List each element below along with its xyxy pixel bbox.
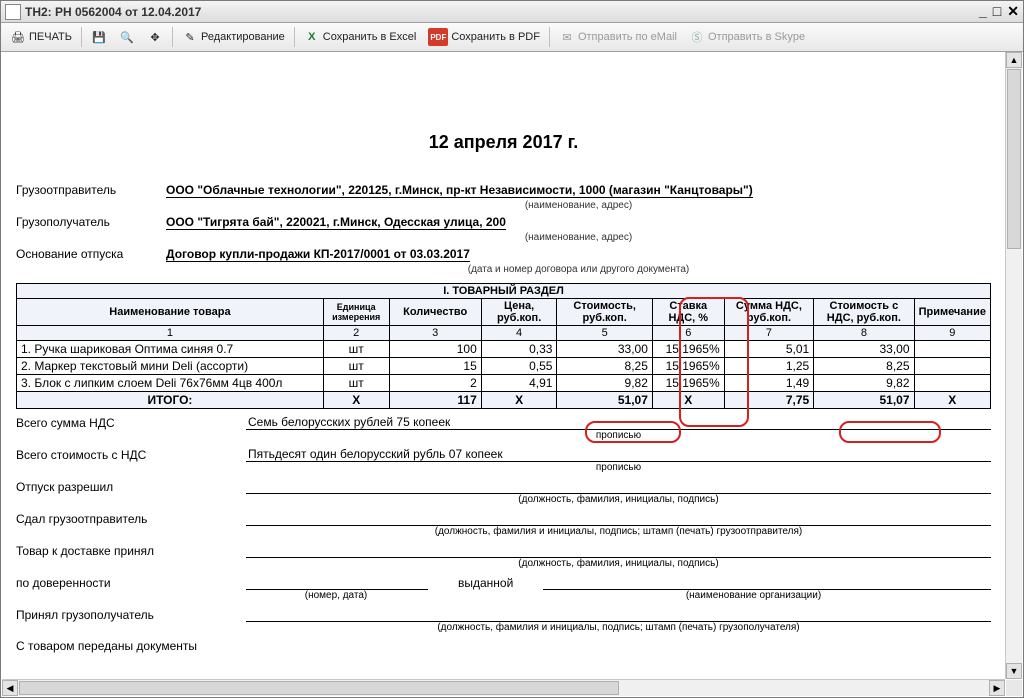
printer-icon: 🖨: [10, 29, 26, 45]
table-row: 2. Маркер текстовый мини Deli (ассорти) …: [17, 358, 991, 375]
move-icon: ✥: [147, 29, 163, 45]
accepted-sub: (должность, фамилия, инициалы, подпись): [246, 558, 991, 569]
preview-button[interactable]: 🔍: [114, 26, 140, 48]
col-name: Наименование товара: [17, 299, 324, 326]
total-label: Всего стоимость с НДС: [16, 448, 246, 462]
horizontal-scrollbar[interactable]: ◀ ▶: [2, 679, 1005, 696]
toolbar: 🖨 ПЕЧАТЬ 💾 🔍 ✥ ✎ Редактирование X Сохран…: [1, 23, 1023, 52]
col-note: Примечание: [914, 299, 990, 326]
receiver-accepted-label: Принял грузополучатель: [16, 608, 246, 622]
save-icon: 💾: [91, 29, 107, 45]
released-sub: (должность, фамилия, инициалы, подпись): [246, 494, 991, 505]
proxy-issued: выданной: [428, 576, 543, 590]
edit-label: Редактирование: [201, 31, 285, 43]
print-label: ПЕЧАТЬ: [29, 31, 72, 43]
save-pdf-button[interactable]: PDF Сохранить в PDF: [423, 25, 545, 49]
table-row: 3. Блок с липким слоем Deli 76х76мм 4цв …: [17, 375, 991, 392]
document-page: 12 апреля 2017 г. Грузоотправитель ООО "…: [2, 52, 1005, 665]
app-window: ТН2: РН 0562004 от 12.04.2017 _ □ ✕ 🖨 ПЕ…: [0, 0, 1024, 698]
accepted-label: Товар к доставке принял: [16, 544, 246, 558]
edit-button[interactable]: ✎ Редактирование: [177, 26, 290, 48]
vat-sum-text: Семь белорусских рублей 75 копеек: [246, 415, 991, 430]
window-title: ТН2: РН 0562004 от 12.04.2017: [25, 5, 201, 19]
coln-7: 7: [724, 326, 814, 341]
receiver-label: Грузополучатель: [16, 215, 166, 230]
minimize-button[interactable]: _: [979, 3, 987, 20]
email-icon: ✉: [559, 29, 575, 45]
date-heading: 12 апреля 2017 г.: [16, 132, 991, 153]
sender-value: ООО "Облачные технологии", 220125, г.Мин…: [166, 183, 753, 198]
table-row: 1. Ручка шариковая Оптима синяя 0.7 шт 1…: [17, 341, 991, 358]
col-cost: Стоимость, руб.коп.: [557, 299, 652, 326]
released-label: Отпуск разрешил: [16, 480, 246, 494]
receiver-sub: (наименование, адрес): [166, 232, 991, 243]
basis-sub: (дата и номер договора или другого докум…: [166, 264, 991, 275]
scroll-right-button[interactable]: ▶: [989, 680, 1005, 696]
section-title: I. ТОВАРНЫЙ РАЗДЕЛ: [17, 284, 991, 299]
coln-2: 2: [323, 326, 389, 341]
print-button[interactable]: 🖨 ПЕЧАТЬ: [5, 26, 77, 48]
save-excel-button[interactable]: X Сохранить в Excel: [299, 26, 422, 48]
coln-6: 6: [652, 326, 724, 341]
scroll-corner: [1006, 680, 1022, 696]
coln-4: 4: [481, 326, 557, 341]
goods-table: I. ТОВАРНЫЙ РАЗДЕЛ Наименование товара Е…: [16, 283, 991, 409]
sender-sub: (наименование, адрес): [166, 200, 991, 211]
excel-icon: X: [304, 29, 320, 45]
magnifier-icon: 🔍: [119, 29, 135, 45]
send-email-button[interactable]: ✉ Отправить по eMail: [554, 26, 682, 48]
col-total: Стоимость с НДС, руб.коп.: [814, 299, 914, 326]
save-excel-label: Сохранить в Excel: [323, 31, 417, 43]
maximize-button[interactable]: □: [993, 3, 1001, 20]
sender-handed-label: Сдал грузоотправитель: [16, 512, 246, 526]
docs-label: С товаром переданы документы: [16, 639, 276, 653]
save-pdf-label: Сохранить в PDF: [451, 31, 540, 43]
total-row: ИТОГО: X 117 X 51,07 X 7,75 51,07 X: [17, 392, 991, 409]
receiver-accepted-sub: (должность, фамилия и инициалы, подпись;…: [246, 622, 991, 633]
total-text: Пятьдесят один белорусский рубль 07 копе…: [246, 447, 991, 462]
pdf-icon: PDF: [428, 28, 448, 46]
sender-label: Грузоотправитель: [16, 183, 166, 198]
col-qty: Количество: [389, 299, 481, 326]
col-vat-sum: Сумма НДС, руб.коп.: [724, 299, 814, 326]
proxy-label: по доверенности: [16, 576, 246, 590]
basis-value: Договор купли-продажи КП-2017/0001 от 03…: [166, 247, 470, 262]
hscroll-thumb[interactable]: [19, 681, 619, 695]
skype-icon: Ⓢ: [689, 29, 705, 45]
scroll-left-button[interactable]: ◀: [2, 680, 18, 696]
coln-3: 3: [389, 326, 481, 341]
col-price: Цена, руб.коп.: [481, 299, 557, 326]
document-icon: [5, 4, 21, 20]
coln-9: 9: [914, 326, 990, 341]
col-unit: Единица измерения: [323, 299, 389, 326]
coln-8: 8: [814, 326, 914, 341]
sender-handed-sub: (должность, фамилия и инициалы, подпись;…: [246, 526, 991, 537]
scroll-down-button[interactable]: ▼: [1006, 663, 1022, 679]
vat-sum-sub: прописью: [246, 430, 991, 441]
send-skype-button[interactable]: Ⓢ Отправить в Skype: [684, 26, 810, 48]
total-sub: прописью: [246, 462, 991, 473]
scroll-up-button[interactable]: ▲: [1006, 52, 1022, 68]
send-skype-label: Отправить в Skype: [708, 31, 805, 43]
basis-label: Основание отпуска: [16, 247, 166, 262]
vertical-scrollbar[interactable]: ▲ ▼: [1005, 52, 1022, 679]
move-button[interactable]: ✥: [142, 26, 168, 48]
document-viewport: 12 апреля 2017 г. Грузоотправитель ООО "…: [2, 52, 1005, 679]
edit-icon: ✎: [182, 29, 198, 45]
col-vat-rate: Ставка НДС, %: [652, 299, 724, 326]
send-email-label: Отправить по eMail: [578, 31, 677, 43]
coln-5: 5: [557, 326, 652, 341]
scroll-thumb[interactable]: [1007, 69, 1021, 249]
proxy-num-sub: (номер, дата): [246, 590, 426, 601]
titlebar: ТН2: РН 0562004 от 12.04.2017 _ □ ✕: [1, 1, 1023, 23]
close-button[interactable]: ✕: [1007, 3, 1019, 20]
coln-1: 1: [17, 326, 324, 341]
save-icon-button[interactable]: 💾: [86, 26, 112, 48]
vat-sum-label: Всего сумма НДС: [16, 416, 246, 430]
receiver-value: ООО "Тигрята бай", 220021, г.Минск, Одес…: [166, 215, 506, 230]
proxy-org-sub: (наименование организации): [516, 590, 991, 601]
